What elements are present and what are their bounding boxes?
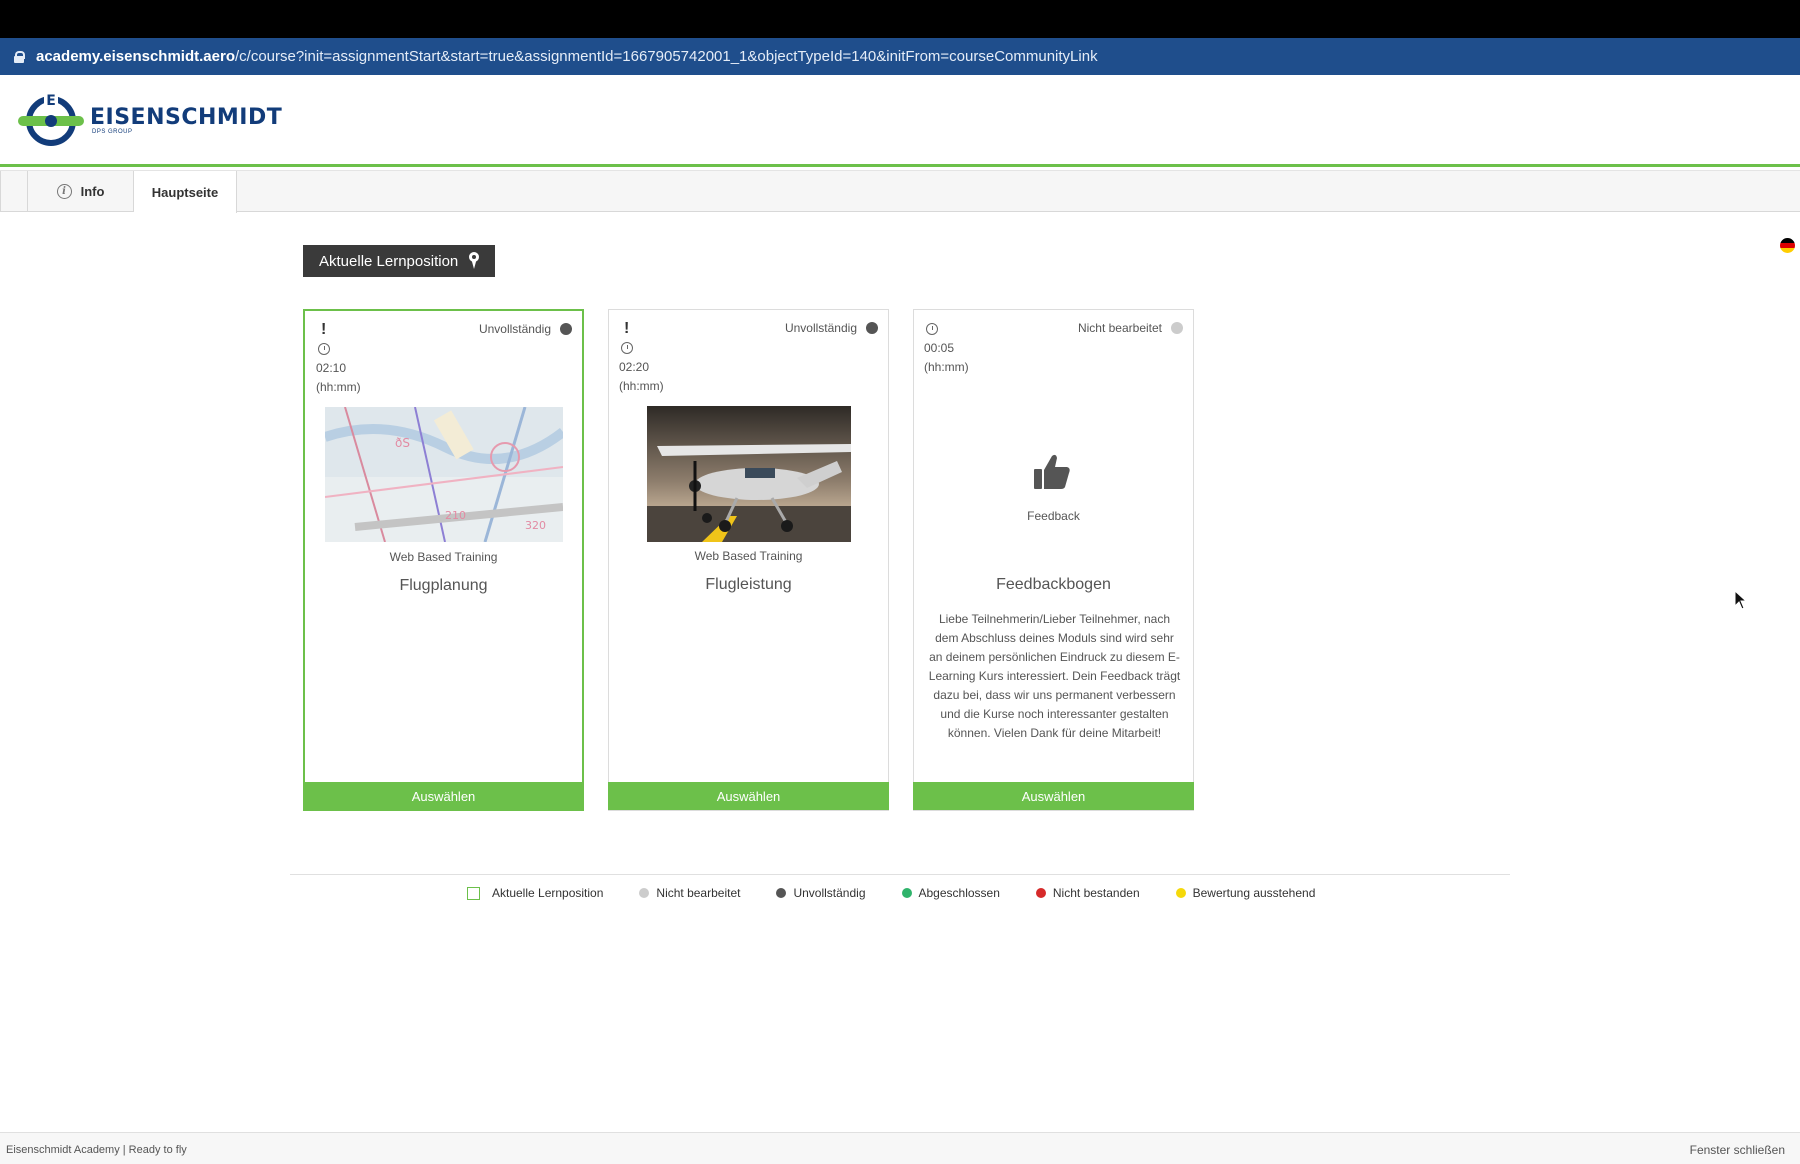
legend-item-current: Aktuelle Lernposition xyxy=(467,886,603,900)
legend-label: Nicht bearbeitet xyxy=(656,886,741,900)
status-label: Unvollständig xyxy=(478,322,551,336)
status-indicator: Unvollständig xyxy=(479,322,572,336)
status-indicator: Unvollständig xyxy=(785,321,878,335)
duration-value: 02:10 xyxy=(316,361,347,375)
tab-info-label: Info xyxy=(80,184,105,199)
legend-label: Nicht bestanden xyxy=(1052,886,1140,900)
clock-icon xyxy=(621,342,633,354)
module-title: Flugplanung xyxy=(399,577,488,594)
tab-bar-stub xyxy=(0,171,28,212)
module-card-flugleistung[interactable]: ! 02:20 (hh:mm) Unvollständig Web Based … xyxy=(608,309,889,811)
brand-logo[interactable]: E EISENSCHMIDT DPS GROUP xyxy=(18,93,282,149)
close-window-link[interactable]: Fenster schließen xyxy=(1690,1143,1785,1157)
alert-icon: ! xyxy=(624,320,630,337)
status-legend: Aktuelle Lernposition Nicht bearbeitet U… xyxy=(467,884,1315,902)
legend-label: Aktuelle Lernposition xyxy=(492,886,604,900)
legend-item-completed: Abgeschlossen xyxy=(901,886,1000,900)
duration-value: 00:05 xyxy=(924,341,955,355)
current-position-label: Aktuelle Lernposition xyxy=(319,252,459,270)
legend-item-failed: Nicht bestanden xyxy=(1035,886,1140,900)
duration-unit: (hh:mm) xyxy=(924,360,969,374)
legend-dot xyxy=(639,888,650,898)
tab-hauptseite[interactable]: Hauptseite xyxy=(134,171,237,213)
browser-top-bar xyxy=(0,0,1800,38)
url-domain: academy.eisenschmidt.aero xyxy=(36,48,235,65)
site-header: E EISENSCHMIDT DPS GROUP xyxy=(0,75,1800,167)
module-card-feedbackbogen[interactable]: 00:05 (hh:mm) Nicht bearbeitet Feedback … xyxy=(913,309,1194,811)
clock-icon xyxy=(318,343,330,355)
mouse-cursor-icon xyxy=(1734,590,1748,610)
legend-label: Abgeschlossen xyxy=(918,886,1000,900)
legend-item-incomplete: Unvollständig xyxy=(776,886,866,900)
legend-dot xyxy=(901,888,912,898)
legend-label: Bewertung ausstehend xyxy=(1192,886,1316,900)
footer-tagline: Eisenschmidt Academy | Ready to fly xyxy=(6,1144,187,1156)
brand-name: EISENSCHMIDT xyxy=(90,105,283,130)
legend-dot xyxy=(1035,888,1046,898)
legend-box xyxy=(467,886,480,900)
tab-info[interactable]: i Info xyxy=(28,171,134,212)
status-indicator: Nicht bearbeitet xyxy=(1078,321,1183,335)
module-type: Web Based Training xyxy=(694,549,803,563)
url-path: /c/course?init=assignmentStart&start=tru… xyxy=(234,48,1098,65)
status-label: Nicht bearbeitet xyxy=(1077,321,1162,335)
status-dot xyxy=(866,322,878,334)
status-label: Unvollständig xyxy=(784,321,857,335)
legend-dot xyxy=(1175,888,1186,898)
tab-hauptseite-label: Hauptseite xyxy=(151,184,219,200)
module-card-flugplanung[interactable]: ! 02:10 (hh:mm) Unvollständig ðS 210 320… xyxy=(303,309,584,811)
alert-icon: ! xyxy=(321,321,327,338)
module-title: Feedbackbogen xyxy=(996,576,1111,593)
svg-text:320: 320 xyxy=(525,519,546,532)
svg-text:E: E xyxy=(46,93,56,109)
select-button[interactable]: Auswählen xyxy=(608,782,889,810)
footer: Eisenschmidt Academy | Ready to fly Fens… xyxy=(0,1132,1800,1164)
lock-icon xyxy=(14,50,25,63)
legend-label: Unvollständig xyxy=(793,886,866,900)
map-pin-icon xyxy=(468,252,480,270)
german-flag-icon[interactable] xyxy=(1780,238,1795,253)
small-airplane-image xyxy=(647,406,851,542)
aviation-chart-image: ðS 210 320 xyxy=(325,407,563,542)
clock-icon xyxy=(926,323,938,335)
legend-dot xyxy=(776,888,787,898)
status-dot xyxy=(1171,322,1183,334)
select-button[interactable]: Auswählen xyxy=(303,782,584,810)
brand-subline: DPS GROUP xyxy=(92,129,133,135)
info-icon: i xyxy=(56,184,72,199)
legend-item-not-started: Nicht bearbeitet xyxy=(639,886,740,900)
current-position-button[interactable]: Aktuelle Lernposition xyxy=(303,245,495,277)
duration-value: 02:20 xyxy=(619,360,650,374)
address-bar[interactable]: academy.eisenschmidt.aero /c/course?init… xyxy=(0,38,1800,75)
svg-text:210: 210 xyxy=(445,509,466,522)
legend-divider xyxy=(290,874,1510,875)
tab-bar: i Info Hauptseite xyxy=(0,170,1800,213)
status-dot xyxy=(560,323,572,335)
feedback-label: Feedback xyxy=(1027,509,1080,523)
select-button[interactable]: Auswählen xyxy=(913,782,1194,810)
module-description: Liebe Teilnehmerin/Lieber Teilnehmer, na… xyxy=(928,612,1181,740)
legend-item-pending: Bewertung ausstehend xyxy=(1175,886,1316,900)
svg-text:ðS: ðS xyxy=(395,436,410,450)
duration-unit: (hh:mm) xyxy=(316,380,361,394)
module-title: Flugleistung xyxy=(705,576,792,593)
thumbs-up-icon xyxy=(1034,454,1070,489)
module-type: Web Based Training xyxy=(389,550,498,564)
propeller-logo-icon: E xyxy=(18,93,84,146)
duration-unit: (hh:mm) xyxy=(619,379,664,393)
